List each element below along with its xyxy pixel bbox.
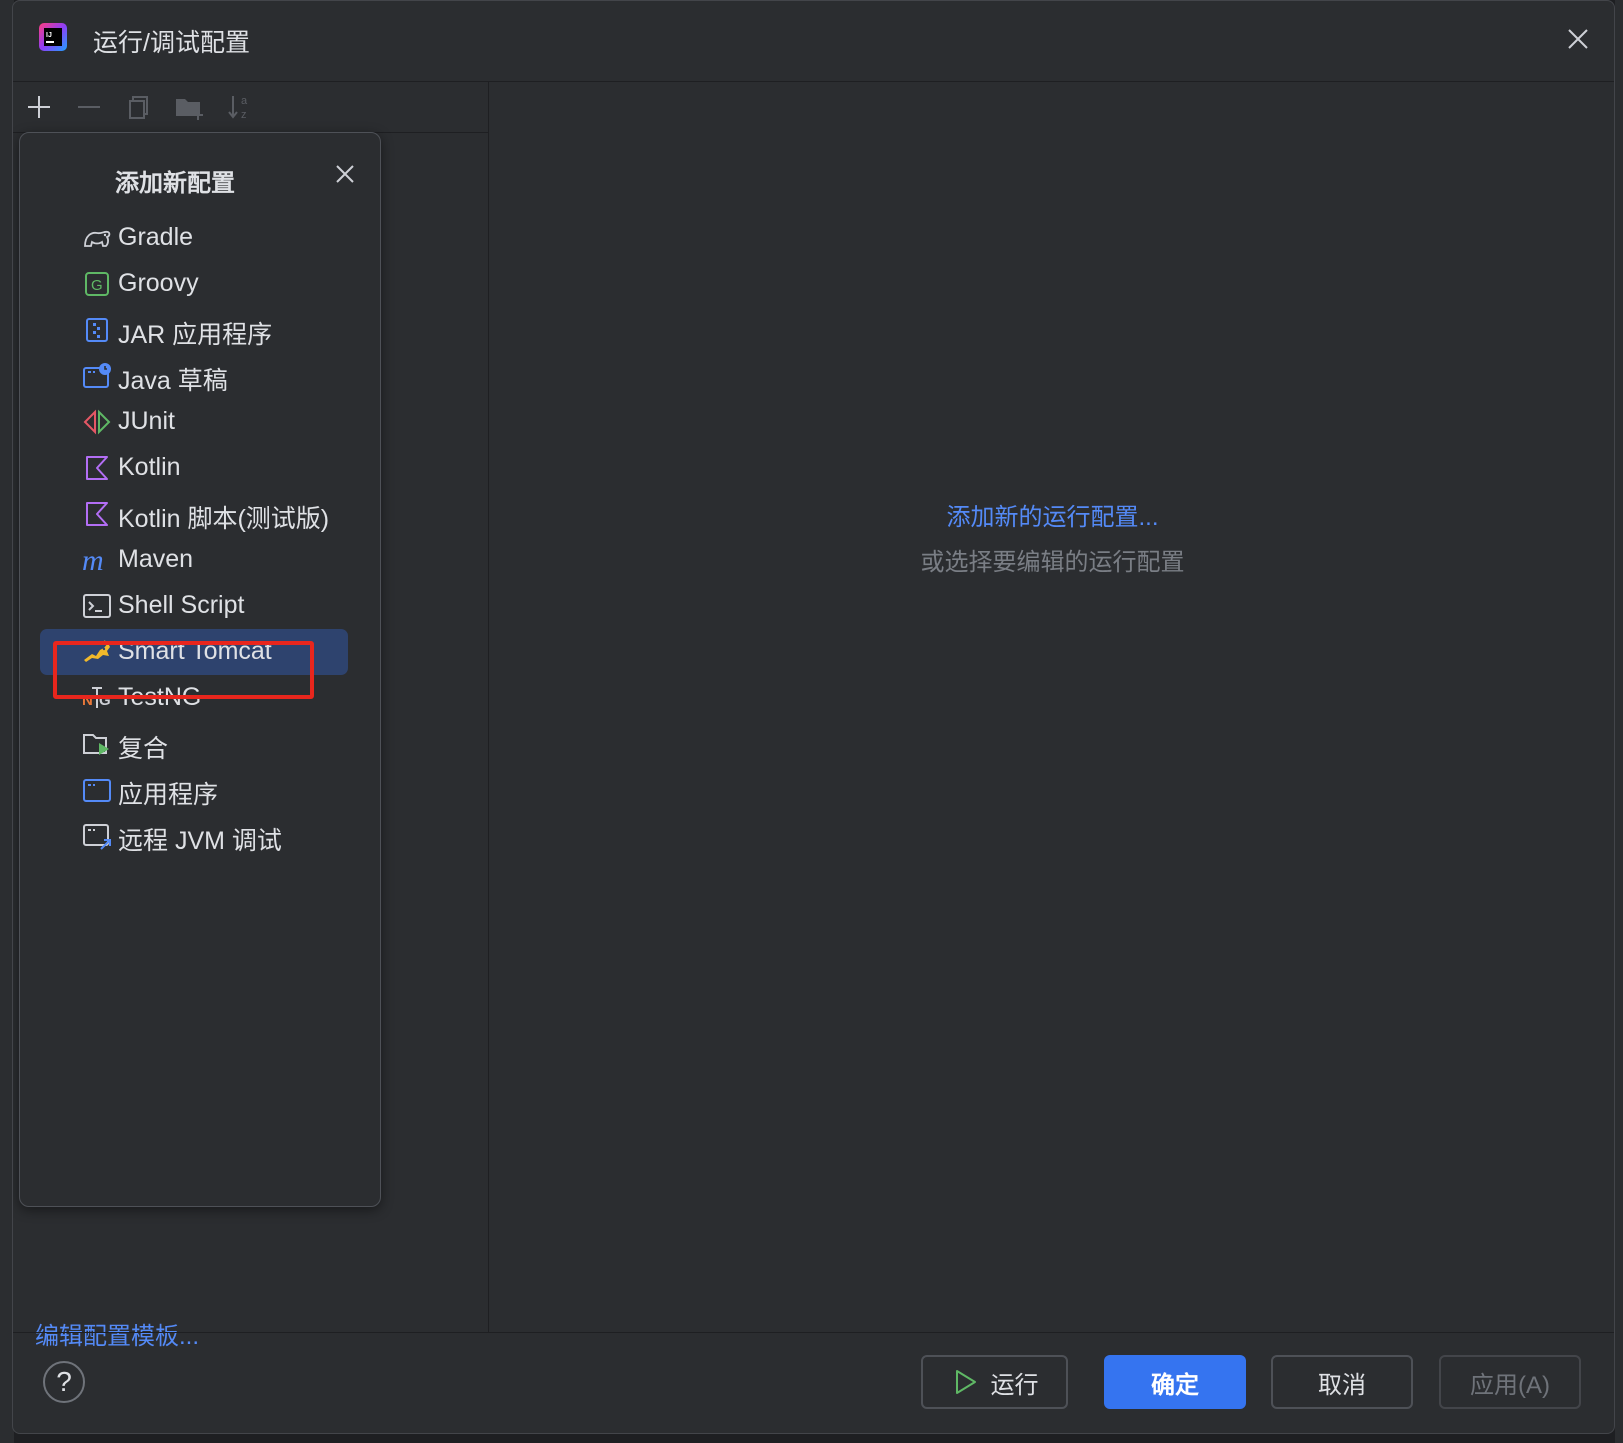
list-item-java-scratch[interactable]: Java 草稿 bbox=[40, 353, 348, 399]
cancel-button[interactable]: 取消 bbox=[1271, 1355, 1413, 1409]
list-item-label: JAR 应用程序 bbox=[118, 321, 273, 349]
list-item-kotlin[interactable]: Kotlin bbox=[40, 445, 348, 491]
list-item-label: Shell Script bbox=[118, 591, 245, 619]
list-item-label: Maven bbox=[118, 545, 194, 573]
run-icon bbox=[955, 1370, 976, 1394]
new-folder-button[interactable] bbox=[173, 90, 207, 124]
list-item-application[interactable]: 应用程序 bbox=[40, 767, 348, 813]
apply-button[interactable]: 应用(A) bbox=[1439, 1355, 1581, 1409]
list-item-label: Gradle bbox=[118, 223, 194, 251]
list-item-jar-application[interactable]: JAR 应用程序 bbox=[40, 307, 348, 353]
jar-application-icon bbox=[86, 318, 108, 342]
shell-script-icon bbox=[83, 594, 111, 618]
select-config-hint: 或选择要编辑的运行配置 bbox=[920, 549, 1185, 576]
folder-add-icon bbox=[176, 99, 203, 120]
list-item-label: Java 草稿 bbox=[118, 367, 228, 395]
run-debug-config-dialog: IJ 运行/调试配置 az 编辑配置模板... 添加新的运行配置... 或选择要… bbox=[12, 0, 1615, 1434]
plus-icon bbox=[28, 96, 50, 118]
svg-text:G: G bbox=[91, 277, 103, 294]
list-item-junit[interactable]: JUnit bbox=[40, 399, 348, 445]
list-item-label: 远程 JVM 调试 bbox=[118, 827, 282, 855]
popup-close-icon[interactable] bbox=[332, 161, 358, 187]
remove-config-button[interactable] bbox=[72, 90, 106, 124]
minus-icon bbox=[78, 106, 100, 108]
list-item-compound[interactable]: 复合 bbox=[40, 721, 348, 767]
ok-button[interactable]: 确定 bbox=[1104, 1355, 1246, 1409]
config-detail-pane: 添加新的运行配置... 或选择要编辑的运行配置 bbox=[489, 82, 1614, 1332]
sort-alpha-icon: az bbox=[228, 95, 248, 121]
run-button[interactable]: 运行 bbox=[921, 1355, 1068, 1409]
junit-icon bbox=[83, 409, 111, 435]
list-item-label: 应用程序 bbox=[118, 781, 219, 809]
popup-header: 添加新配置 bbox=[20, 159, 380, 199]
close-icon[interactable] bbox=[1564, 25, 1592, 53]
copy-config-button[interactable] bbox=[123, 90, 157, 124]
kotlin-icon bbox=[86, 456, 108, 480]
list-item-label: JUnit bbox=[118, 407, 175, 435]
list-item-remote-jvm-debug[interactable]: 远程 JVM 调试 bbox=[40, 813, 348, 859]
groovy-icon: G bbox=[85, 272, 109, 296]
java-scratch-icon bbox=[83, 363, 111, 388]
svg-text:m: m bbox=[82, 546, 104, 574]
compound-icon bbox=[83, 734, 109, 755]
list-item-maven[interactable]: m Maven bbox=[40, 537, 348, 583]
add-new-run-config-link[interactable]: 添加新的运行配置... bbox=[489, 497, 1614, 532]
remote-jvm-debug-icon bbox=[83, 824, 111, 850]
intellij-logo-icon: IJ bbox=[39, 23, 67, 51]
list-item-label: Groovy bbox=[118, 269, 199, 297]
svg-text:z: z bbox=[241, 109, 247, 121]
title-bar: IJ 运行/调试配置 bbox=[13, 1, 1614, 82]
svg-text:a: a bbox=[241, 95, 248, 107]
list-item-label: 复合 bbox=[118, 735, 169, 763]
run-button-label: 运行 bbox=[990, 1371, 1039, 1399]
list-item-groovy[interactable]: G Groovy bbox=[40, 261, 348, 307]
sort-button[interactable]: az bbox=[223, 90, 257, 124]
list-item-label: Kotlin bbox=[118, 453, 181, 481]
kotlin-script-icon bbox=[86, 502, 108, 526]
config-toolbar: az bbox=[13, 82, 488, 133]
maven-icon: m bbox=[82, 546, 104, 574]
list-item-label: Kotlin 脚本(测试版) bbox=[118, 505, 330, 533]
help-button[interactable]: ? bbox=[43, 1361, 85, 1403]
copy-icon bbox=[129, 96, 148, 119]
application-icon bbox=[83, 779, 111, 802]
highlight-annotation bbox=[53, 641, 314, 699]
popup-title: 添加新配置 bbox=[115, 170, 235, 197]
dialog-title: 运行/调试配置 bbox=[93, 29, 250, 57]
dialog-footer: ? 运行 确定 取消 应用(A) bbox=[13, 1332, 1614, 1433]
list-item-gradle[interactable]: Gradle bbox=[40, 215, 348, 261]
gradle-icon bbox=[84, 230, 111, 247]
background-editor-right bbox=[1615, 0, 1623, 1443]
svg-text:IJ: IJ bbox=[46, 32, 52, 39]
list-item-shell-script[interactable]: Shell Script bbox=[40, 583, 348, 629]
add-config-button[interactable] bbox=[22, 90, 56, 124]
list-item-kotlin-script[interactable]: Kotlin 脚本(测试版) bbox=[40, 491, 348, 537]
